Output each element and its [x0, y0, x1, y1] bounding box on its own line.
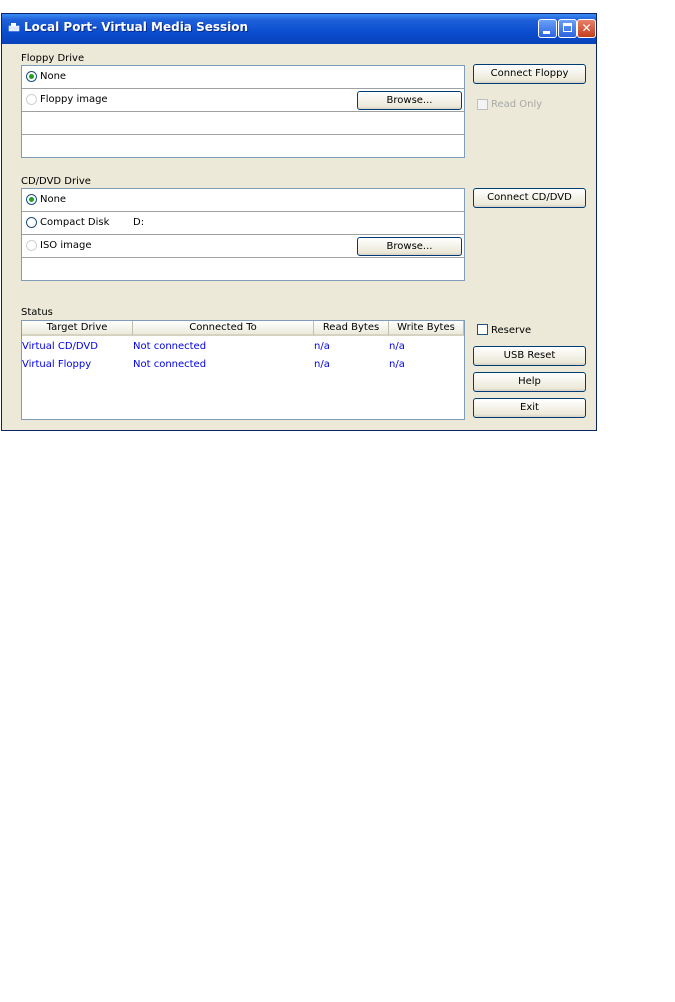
cddvd-none-label: None	[40, 194, 67, 205]
cddvd-option-none[interactable]: None	[22, 189, 464, 212]
window-title: Local Port- Virtual Media Session	[24, 20, 249, 34]
floppy-empty-row	[22, 135, 464, 158]
help-button[interactable]: Help	[473, 372, 586, 392]
exit-button[interactable]: Exit	[473, 398, 586, 418]
column-connected-to[interactable]: Connected To	[133, 321, 314, 336]
connect-floppy-button[interactable]: Connect Floppy	[473, 64, 586, 84]
cddvd-option-compact-disk[interactable]: Compact Disk D:	[22, 212, 464, 235]
reserve-label: Reserve	[491, 325, 532, 336]
column-target-drive[interactable]: Target Drive	[22, 321, 133, 336]
connect-cddvd-button[interactable]: Connect CD/DVD	[473, 188, 586, 208]
floppy-image-label: Floppy image	[40, 94, 108, 105]
row2-write-bytes: n/a	[389, 359, 405, 370]
compact-disk-radio[interactable]	[26, 217, 37, 228]
floppy-image-radio[interactable]	[26, 94, 37, 105]
floppy-drive-group: None Floppy image Browse...	[21, 65, 465, 158]
row1-target-drive: Virtual CD/DVD	[22, 341, 98, 352]
reserve-checkbox[interactable]	[477, 324, 488, 335]
cddvd-drive-label: CD/DVD Drive	[21, 176, 91, 187]
floppy-option-none[interactable]: None	[22, 66, 464, 89]
floppy-none-label: None	[40, 71, 67, 82]
usb-reset-button[interactable]: USB Reset	[473, 346, 586, 366]
maximize-icon	[563, 23, 572, 32]
minimize-button[interactable]	[538, 19, 557, 38]
floppy-option-image[interactable]: Floppy image Browse...	[22, 89, 464, 112]
floppy-none-radio[interactable]	[26, 71, 37, 82]
floppy-browse-button[interactable]: Browse...	[357, 91, 462, 110]
column-read-bytes[interactable]: Read Bytes	[314, 321, 389, 336]
status-label: Status	[21, 307, 53, 318]
row1-write-bytes: n/a	[389, 341, 405, 352]
iso-browse-button[interactable]: Browse...	[357, 237, 462, 256]
iso-image-label: ISO image	[40, 240, 92, 251]
close-button[interactable]: ✕	[577, 19, 596, 38]
close-icon: ✕	[581, 21, 592, 35]
read-only-label: Read Only	[491, 99, 543, 110]
compact-disk-drive-letter: D:	[133, 217, 145, 228]
virtual-media-window: Local Port- Virtual Media Session ✕ Flop…	[1, 13, 597, 431]
row2-read-bytes: n/a	[314, 359, 330, 370]
cddvd-empty-row	[22, 258, 464, 281]
network-drive-icon	[8, 22, 20, 32]
row1-connected-to: Not connected	[133, 341, 207, 352]
compact-disk-label: Compact Disk	[40, 217, 110, 228]
iso-image-radio[interactable]	[26, 240, 37, 251]
row1-read-bytes: n/a	[314, 341, 330, 352]
status-table: Target Drive Connected To Read Bytes Wri…	[21, 320, 465, 420]
floppy-empty-row	[22, 112, 464, 135]
cddvd-none-radio[interactable]	[26, 194, 37, 205]
cddvd-drive-group: None Compact Disk D: ISO image Browse...	[21, 188, 465, 281]
read-only-checkbox[interactable]	[477, 99, 488, 110]
title-bar[interactable]: Local Port- Virtual Media Session ✕	[2, 14, 596, 44]
minimize-icon	[543, 31, 550, 34]
column-write-bytes[interactable]: Write Bytes	[389, 321, 464, 336]
floppy-drive-label: Floppy Drive	[21, 53, 85, 64]
row2-connected-to: Not connected	[133, 359, 207, 370]
cddvd-option-iso[interactable]: ISO image Browse...	[22, 235, 464, 258]
maximize-button[interactable]	[558, 19, 577, 38]
row2-target-drive: Virtual Floppy	[22, 359, 92, 370]
